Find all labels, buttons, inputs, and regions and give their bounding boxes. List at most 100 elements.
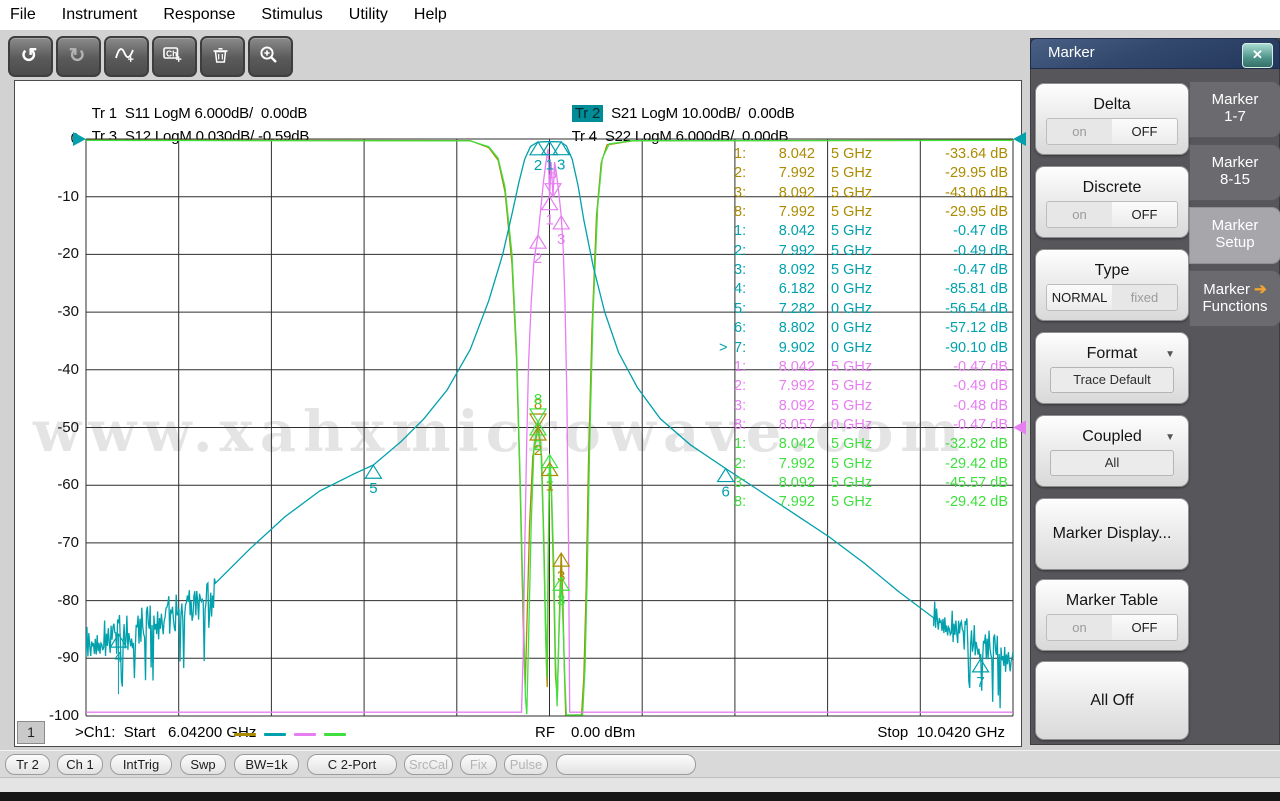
tab-label-line1: Marker — [1190, 154, 1280, 171]
menu-item-utility[interactable]: Utility — [349, 6, 388, 24]
statusbar-button-bw-1k[interactable]: BW=1k — [234, 754, 299, 775]
format-button[interactable]: Format▼Trace Default — [1035, 332, 1189, 404]
type-label: Type — [1036, 262, 1188, 280]
marker-table-row: 3:8.0925 GHz-0.47 dB — [15, 262, 1023, 281]
undo-button[interactable]: ↺ — [8, 36, 53, 77]
marker-frequency-unit: 0 GHz — [831, 340, 872, 356]
marker-frequency-unit: 5 GHz — [831, 359, 872, 375]
zoom-in-button[interactable] — [248, 36, 293, 77]
discrete-toggle[interactable]: onOFF — [1046, 201, 1178, 228]
start-frequency-label[interactable]: >Ch1: Start 6.04200 GHz — [75, 724, 256, 741]
close-icon[interactable]: ✕ — [1242, 43, 1273, 68]
menu-item-help[interactable]: Help — [414, 6, 447, 24]
y-tick-label: -80 — [35, 592, 79, 609]
type-button[interactable]: Type NORMALfixed — [1035, 249, 1189, 321]
marker-table-toggle[interactable]: onOFF — [1046, 614, 1178, 641]
tab-marker-8-15[interactable]: Marker8-15 — [1189, 144, 1280, 201]
type-toggle-normal[interactable]: NORMAL — [1047, 285, 1112, 310]
redo-button[interactable]: ↻ — [56, 36, 101, 77]
menu-item-stimulus[interactable]: Stimulus — [261, 6, 322, 24]
delta-toggle[interactable]: onOFF — [1046, 118, 1178, 145]
statusbar-button-srccal[interactable]: SrcCal — [404, 754, 453, 775]
discrete-button[interactable]: DiscreteonOFF — [1035, 166, 1189, 238]
rf-power-value[interactable]: 0.00 dBm — [571, 724, 635, 741]
redo-icon: ↻ — [66, 44, 88, 66]
tab-label-line1: Marker — [1190, 91, 1280, 108]
marker-table-row: >7:9.9020 GHz-90.10 dB — [15, 340, 1023, 359]
delete-button[interactable] — [200, 36, 245, 77]
discrete-toggle-on[interactable]: on — [1047, 202, 1112, 227]
menu-item-response[interactable]: Response — [163, 6, 235, 24]
trace-color-dash — [324, 733, 346, 736]
marker-frequency: 7.282 — [737, 301, 815, 317]
delta-toggle-on[interactable]: on — [1047, 119, 1112, 144]
chevron-down-icon: ▼ — [1165, 349, 1175, 360]
tab-marker-setup[interactable]: MarkerSetup — [1189, 207, 1280, 264]
panel-title-text: Marker — [1048, 44, 1095, 61]
add-trace-button[interactable]: + — [104, 36, 149, 77]
all-off-label: All Off — [1036, 692, 1188, 710]
marker-value: -43.06 dB — [888, 185, 1008, 201]
marker-frequency: 8.092 — [737, 398, 815, 414]
plot-area: www.xahxmicrowave.com Tr 1 S11 LogM 6.00… — [14, 80, 1022, 747]
marker-number-label: 7 — [976, 674, 984, 691]
channel-number-badge[interactable]: 1 — [17, 721, 45, 744]
menu-item-instrument[interactable]: Instrument — [62, 6, 138, 24]
marker-value: -0.49 dB — [888, 243, 1008, 259]
type-toggle[interactable]: NORMALfixed — [1046, 284, 1178, 311]
marker-value: -0.49 dB — [888, 378, 1008, 394]
menu-bar: File Instrument Response Stimulus Utility Hel… — [0, 0, 1280, 30]
trace-color-dash — [264, 733, 286, 736]
tab-label-line2: 8-15 — [1190, 171, 1280, 188]
statusbar-button-empty[interactable] — [556, 754, 696, 775]
marker-panel-titlebar[interactable]: Marker ✕ — [1030, 38, 1280, 69]
marker-frequency-unit: 5 GHz — [831, 456, 872, 472]
discrete-toggle-off[interactable]: OFF — [1112, 202, 1177, 227]
zoom-in-icon — [258, 44, 280, 66]
statusbar-button-inttrig[interactable]: IntTrig — [110, 754, 172, 775]
marker-table-row: 2:7.9925 GHz-29.95 dB — [15, 165, 1023, 184]
marker-table-toggle-off[interactable]: OFF — [1112, 615, 1177, 640]
add-channel-icon: Ch+ — [162, 44, 184, 66]
type-toggle-fixed[interactable]: fixed — [1112, 285, 1177, 310]
add-channel-button[interactable]: Ch+ — [152, 36, 197, 77]
svg-text:+: + — [128, 54, 134, 66]
delete-icon — [210, 44, 232, 66]
coupled-current-value[interactable]: All — [1050, 450, 1174, 476]
statusbar-button-fix[interactable]: Fix — [460, 754, 497, 775]
reference-level-arrow[interactable] — [1013, 132, 1026, 146]
menu-item-file[interactable]: File — [10, 6, 36, 24]
statusbar-button-tr-2[interactable]: Tr 2 — [5, 754, 50, 775]
marker-table-row: 8:7.9925 GHz-29.95 dB — [15, 204, 1023, 223]
stop-frequency-label[interactable]: Stop 10.0420 GHz — [877, 724, 1005, 741]
tab-marker-functions[interactable]: Marker ➔Functions — [1189, 270, 1280, 327]
marker-value: -29.95 dB — [888, 204, 1008, 220]
statusbar-button-swp[interactable]: Swp — [180, 754, 226, 775]
delta-button[interactable]: DeltaonOFF — [1035, 83, 1189, 155]
add-trace-icon: + — [114, 44, 136, 66]
marker-number-label: 3 — [557, 592, 565, 609]
statusbar-button-c-2-port[interactable]: C 2-Port — [307, 754, 397, 775]
tab-label-line2: Setup — [1190, 234, 1280, 251]
marker-table-label: Marker Table — [1036, 592, 1188, 610]
coupled-button[interactable]: Coupled▼All — [1035, 415, 1189, 487]
y-tick-label: -90 — [35, 649, 79, 666]
y-tick-label: -70 — [35, 534, 79, 551]
all-off-button[interactable]: All Off — [1035, 661, 1189, 740]
marker-table-row: 3:8.0925 GHz-0.48 dB — [15, 398, 1023, 417]
active-marker-indicator: > — [719, 340, 727, 356]
marker-frequency-unit: 5 GHz — [831, 204, 872, 220]
tab-marker-1-7[interactable]: Marker1-7 — [1189, 81, 1280, 138]
format-current-value[interactable]: Trace Default — [1050, 367, 1174, 393]
undo-icon: ↺ — [18, 44, 40, 66]
marker-table-button[interactable]: Marker Table onOFF — [1035, 579, 1189, 651]
marker-frequency: 8.057 — [737, 417, 815, 433]
marker-value: -0.47 dB — [888, 417, 1008, 433]
marker-table-toggle-on[interactable]: on — [1047, 615, 1112, 640]
statusbar-button-ch-1[interactable]: Ch 1 — [57, 754, 103, 775]
marker-frequency: 8.042 — [737, 223, 815, 239]
delta-toggle-off[interactable]: OFF — [1112, 119, 1177, 144]
tab-label-line1: Marker — [1190, 217, 1280, 234]
marker-display-button[interactable]: Marker Display... — [1035, 498, 1189, 570]
statusbar-button-pulse[interactable]: Pulse — [504, 754, 548, 775]
